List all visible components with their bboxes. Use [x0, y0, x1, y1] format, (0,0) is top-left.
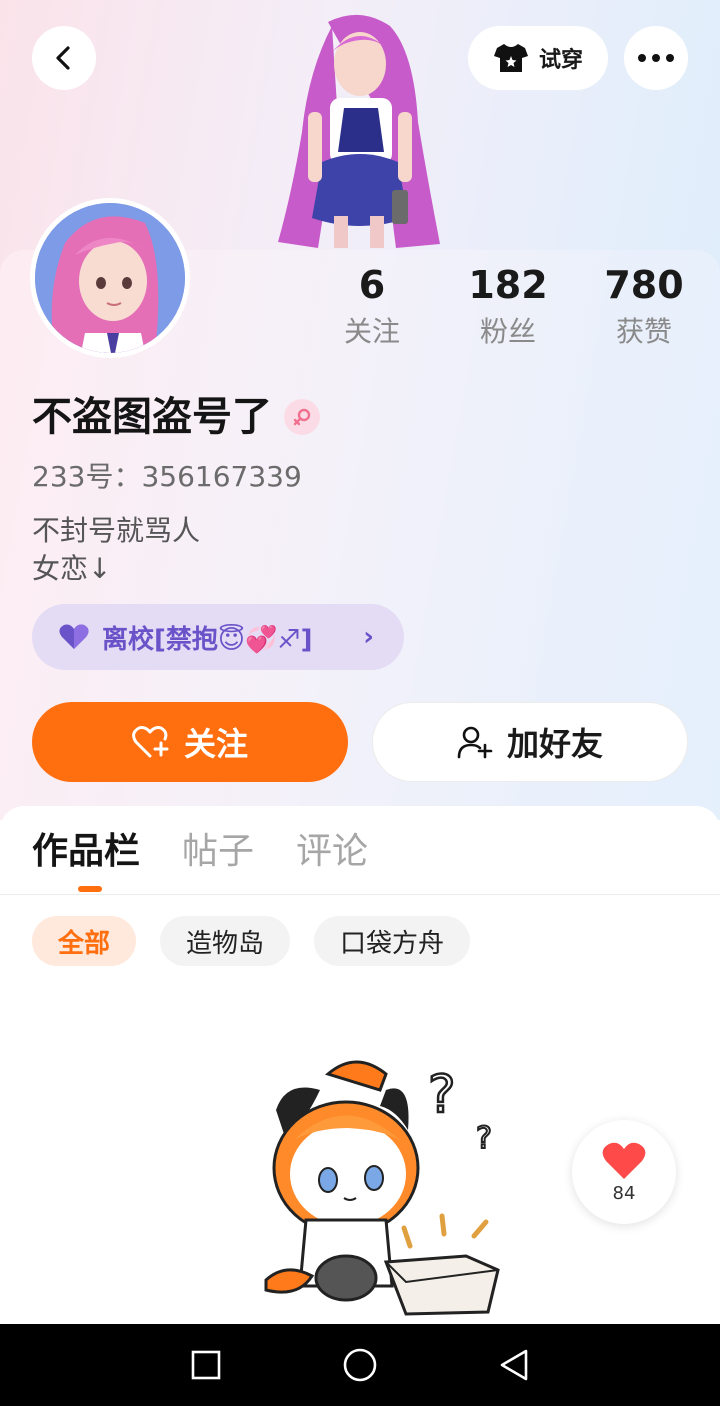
stat-fans[interactable]: 182 粉丝 — [443, 260, 573, 354]
back-button[interactable] — [32, 26, 96, 90]
square-icon[interactable] — [190, 1349, 222, 1381]
heart-icon — [59, 624, 89, 649]
tab-comments[interactable]: 评论 — [296, 826, 368, 878]
title-badge-label: 离校[禁抱😇💞♐] — [102, 624, 313, 655]
content-tabs: 作品栏 帖子 评论 — [32, 826, 368, 878]
try-on-button[interactable]: 试穿 — [468, 26, 608, 90]
female-icon — [284, 399, 320, 435]
chevron-right-icon: › — [363, 622, 374, 652]
circle-icon[interactable] — [342, 1347, 378, 1383]
stat-following-label: 关注 — [343, 315, 400, 348]
active-tab-indicator — [78, 886, 102, 892]
bio: 不封号就骂人 女恋↓ — [32, 512, 200, 588]
stat-likes-value: 780 — [604, 263, 684, 307]
tshirt-icon — [493, 44, 528, 72]
empty-state-illustration: ? ? — [264, 1060, 500, 1316]
like-count: 84 — [612, 1182, 636, 1204]
heart-plus-icon — [132, 726, 169, 758]
follow-button[interactable]: 关注 — [32, 702, 348, 782]
tabs-divider — [0, 894, 720, 895]
svg-text:?: ? — [476, 1121, 492, 1156]
stat-following-value: 6 — [358, 263, 386, 307]
like-button[interactable]: 84 — [572, 1120, 676, 1224]
stat-fans-value: 182 — [468, 263, 548, 307]
filter-chips: 全部 造物岛 口袋方舟 — [32, 916, 471, 966]
try-on-label: 试穿 — [538, 48, 583, 73]
chevron-left-icon — [56, 46, 70, 70]
user-id: 233号：356167339 — [32, 460, 302, 493]
more-button[interactable] — [624, 26, 688, 90]
system-nav-bar — [0, 1324, 720, 1406]
add-friend-button[interactable]: 加好友 — [372, 702, 688, 782]
triangle-back-icon[interactable] — [498, 1348, 530, 1382]
stat-likes[interactable]: 780 获赞 — [579, 260, 709, 354]
nickname-row: 不盗图盗号了 — [32, 390, 320, 444]
chip-all[interactable]: 全部 — [32, 916, 137, 966]
follow-label: 关注 — [183, 725, 248, 763]
user-plus-icon — [457, 726, 493, 759]
add-friend-label: 加好友 — [506, 725, 603, 763]
heart-icon — [602, 1142, 646, 1179]
bio-line-2: 女恋↓ — [32, 552, 112, 585]
avatar[interactable] — [30, 198, 190, 358]
chip-creation-island[interactable]: 造物岛 — [160, 916, 291, 966]
more-dots-icon — [638, 54, 674, 62]
bio-line-1: 不封号就骂人 — [32, 514, 201, 547]
nickname: 不盗图盗号了 — [32, 394, 272, 440]
avatar-3d-figure — [278, 14, 440, 249]
tab-posts[interactable]: 帖子 — [182, 826, 254, 878]
svg-text:?: ? — [428, 1065, 456, 1125]
chip-pocket-ark[interactable]: 口袋方舟 — [314, 916, 471, 966]
stat-following[interactable]: 6 关注 — [307, 260, 437, 354]
stat-likes-label: 获赞 — [615, 315, 672, 348]
title-badge[interactable]: 离校[禁抱😇💞♐] › — [32, 604, 404, 670]
stat-fans-label: 粉丝 — [479, 315, 536, 348]
avatar-portrait — [35, 203, 185, 353]
tab-works[interactable]: 作品栏 — [32, 826, 140, 878]
